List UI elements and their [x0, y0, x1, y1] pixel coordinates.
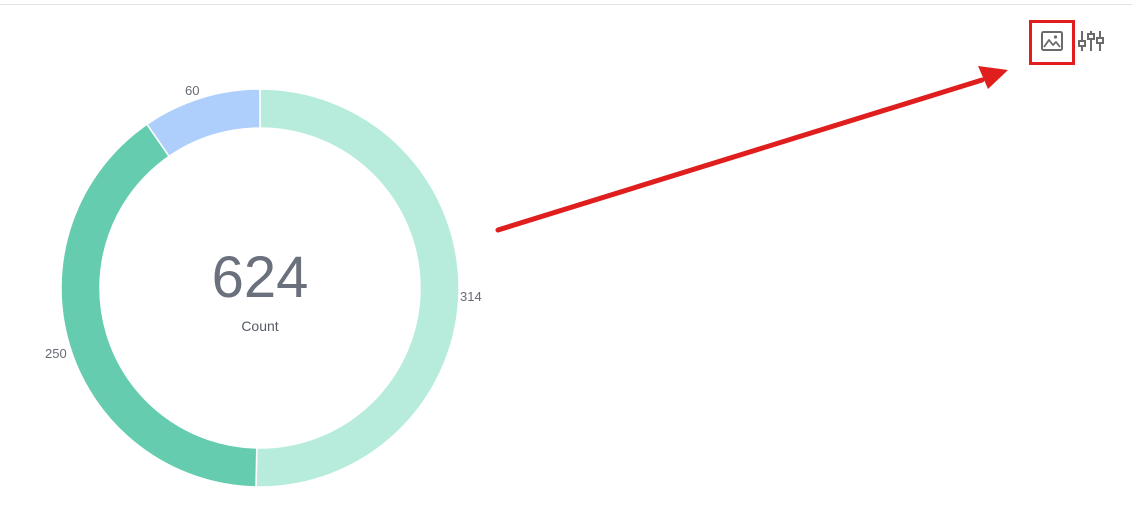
export-image-button[interactable] [1029, 20, 1075, 66]
image-icon [1040, 30, 1064, 57]
annotation-arrow-head [978, 66, 1008, 89]
donut-chart: 624 Count 314 250 60 [0, 0, 520, 520]
chart-toolbar [1029, 20, 1111, 66]
slice-label-60: 60 [185, 83, 200, 98]
slice-label-314: 314 [460, 289, 482, 304]
annotation-arrow-shaft [495, 77, 985, 233]
slice-label-250: 250 [45, 346, 67, 361]
sliders-icon [1078, 29, 1104, 58]
chart-settings-button[interactable] [1071, 20, 1111, 66]
donut-center-label: Count [241, 318, 279, 334]
donut-slice-60[interactable] [145, 88, 261, 158]
annotation-arrow [495, 66, 1008, 233]
donut-center-value: 624 [211, 245, 309, 310]
